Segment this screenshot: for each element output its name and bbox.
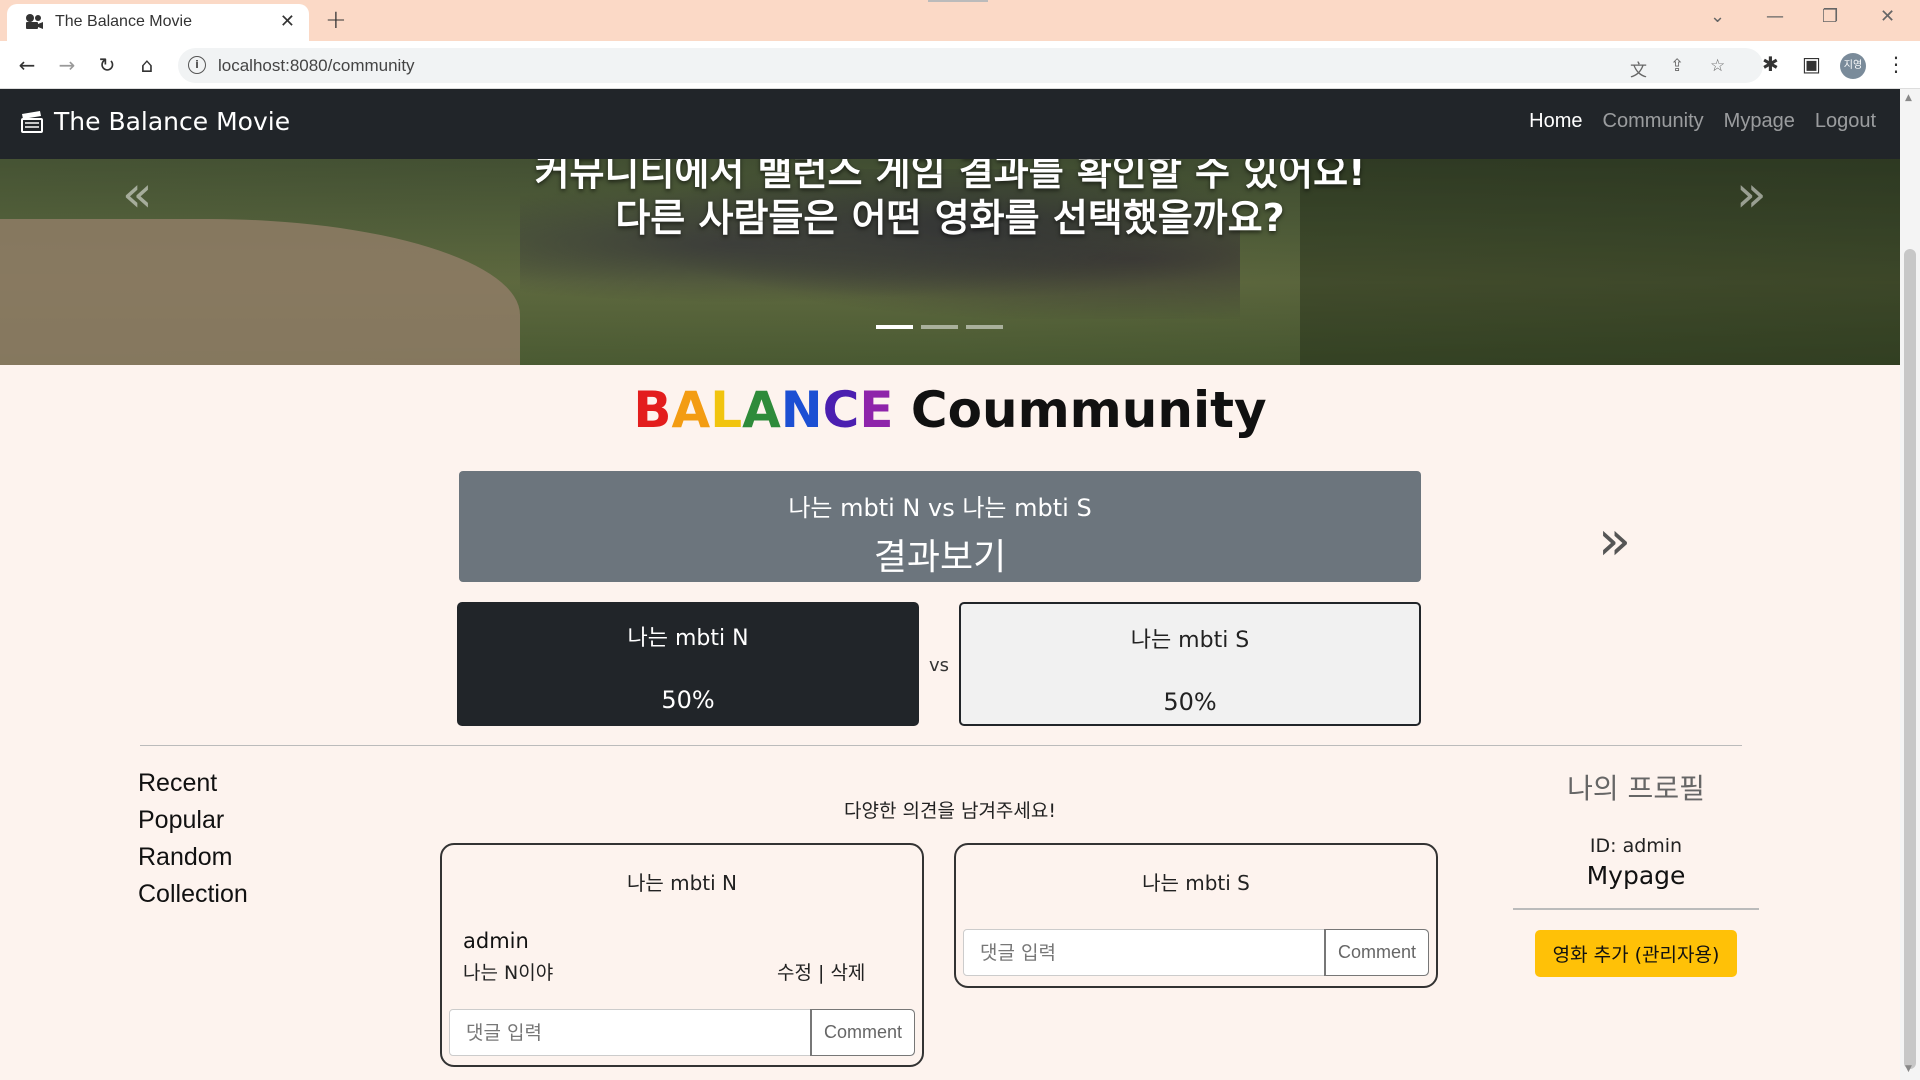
comment-box-b-title: 나는 mbti S	[1142, 871, 1250, 895]
vs-label: vs	[929, 655, 950, 676]
tab-search-icon[interactable]: ⌄	[1710, 6, 1725, 27]
comment-box-a: 나는 mbti N admin 나는 N이야 수정 | 삭제 Comment	[440, 843, 924, 1067]
address-bar[interactable]: i localhost:8080/community 文 ⇪ ☆	[178, 48, 1763, 83]
bookmark-star-icon[interactable]: ☆	[1710, 56, 1725, 76]
extensions-icon[interactable]: ✱	[1762, 52, 1779, 76]
option-b-card[interactable]: 나는 mbti S 50%	[959, 602, 1421, 726]
comment-box-b: 나는 mbti S Comment	[954, 843, 1438, 988]
option-a-percent: 50%	[661, 686, 715, 714]
comment-submit-a[interactable]: Comment	[810, 1009, 915, 1056]
nav-logout[interactable]: Logout	[1815, 110, 1876, 133]
profile-title: 나의 프로필	[1567, 772, 1705, 805]
home-icon[interactable]: ⌂	[133, 51, 161, 79]
category-sidebar: Recent Popular Random Collection	[138, 769, 248, 917]
add-movie-admin-button[interactable]: 영화 추가 (관리자용)	[1535, 930, 1737, 977]
clapperboard-icon	[21, 110, 43, 133]
comment-input-group-a: Comment	[449, 1009, 915, 1056]
next-question-icon[interactable]: »	[1598, 509, 1631, 572]
browser-tab-bar: The Balance Movie ✕ + ⌄ — ❐ ✕	[0, 0, 1920, 41]
result-button-label: 결과보기	[873, 537, 1007, 578]
tab-close-icon[interactable]: ✕	[280, 11, 295, 32]
page-title: BALANCE Coummunity	[0, 381, 1900, 439]
title-letter-6: C	[822, 381, 860, 439]
film-camera-icon	[26, 14, 43, 29]
title-letter-7: E	[859, 381, 894, 439]
title-letter-3: L	[710, 381, 743, 439]
comment-input-a[interactable]	[450, 1010, 811, 1055]
share-icon[interactable]: ⇪	[1670, 56, 1684, 76]
web-page: The Balance Movie Home Community Mypage …	[0, 89, 1900, 1080]
site-info-icon[interactable]: i	[188, 56, 206, 74]
comment-author: admin	[463, 929, 529, 953]
sidebar-item-random[interactable]: Random	[138, 843, 248, 872]
page-scrollbar[interactable]: ▲ ▼	[1900, 89, 1920, 1080]
tab-title: The Balance Movie	[55, 13, 192, 30]
scroll-down-icon[interactable]: ▼	[1905, 1064, 1912, 1074]
minimize-icon[interactable]: —	[1766, 6, 1784, 27]
sidebar-item-recent[interactable]: Recent	[138, 769, 248, 798]
tab-strip-marker	[928, 0, 988, 2]
comment-edit-delete-links[interactable]: 수정 | 삭제	[777, 958, 865, 985]
option-b-name: 나는 mbti S	[1130, 628, 1250, 653]
new-tab-icon[interactable]: +	[325, 5, 347, 35]
carousel-indicators	[876, 325, 1003, 329]
carousel-indicator-2[interactable]	[921, 325, 958, 329]
carousel-next-icon[interactable]: »	[1736, 165, 1767, 223]
browser-toolbar: ← → ↻ ⌂ i localhost:8080/community 文 ⇪ ☆…	[0, 41, 1920, 89]
nav-community[interactable]: Community	[1603, 110, 1704, 133]
carousel-indicator-1[interactable]	[876, 325, 913, 329]
reload-icon[interactable]: ↻	[93, 51, 121, 79]
profile-panel: 나의 프로필 ID: admin Mypage 영화 추가 (관리자용)	[1513, 767, 1759, 977]
back-icon[interactable]: ←	[13, 51, 41, 79]
option-b-percent: 50%	[1163, 688, 1217, 716]
site-navbar: The Balance Movie Home Community Mypage …	[0, 89, 1900, 159]
forward-icon[interactable]: →	[53, 51, 81, 79]
option-a-card[interactable]: 나는 mbti N 50%	[457, 602, 919, 726]
comment-text: 나는 N이야	[463, 962, 554, 984]
window-close-icon[interactable]: ✕	[1880, 6, 1895, 27]
restore-icon[interactable]: ❐	[1822, 6, 1838, 27]
url-text: localhost:8080/community	[218, 56, 415, 75]
menu-dots-icon[interactable]: ⋮	[1886, 52, 1906, 76]
title-letter-2: A	[671, 381, 711, 439]
comment-box-a-title: 나는 mbti N	[626, 871, 738, 895]
brand[interactable]: The Balance Movie	[20, 107, 290, 136]
scrollbar-thumb[interactable]	[1904, 249, 1916, 1069]
profile-avatar[interactable]: 지영	[1840, 53, 1866, 79]
scroll-up-icon[interactable]: ▲	[1905, 93, 1912, 103]
carousel-indicator-3[interactable]	[966, 325, 1003, 329]
comment-submit-b[interactable]: Comment	[1324, 929, 1429, 976]
result-button[interactable]: 나는 mbti N vs 나는 mbti S 결과보기	[459, 471, 1421, 582]
carousel-prev-icon[interactable]: «	[122, 165, 153, 223]
hero-carousel: 커뮤니티에서 밸런스 게임 결과를 확인할 수 있어요! 다른 사람들은 어떤 …	[0, 159, 1900, 365]
title-rest: Coummunity	[893, 381, 1267, 439]
comment-input-group-b: Comment	[963, 929, 1429, 976]
browser-tab[interactable]: The Balance Movie ✕	[7, 4, 309, 41]
section-divider	[140, 745, 1742, 746]
question-text: 나는 mbti N vs 나는 mbti S	[788, 494, 1092, 522]
nav-home[interactable]: Home	[1529, 110, 1582, 133]
comment-input-b[interactable]	[964, 930, 1325, 975]
title-letter-1: B	[633, 381, 672, 439]
sidebar-item-collection[interactable]: Collection	[138, 880, 248, 909]
profile-mypage-link[interactable]: Mypage	[1513, 861, 1759, 890]
profile-id: ID: admin	[1589, 835, 1683, 857]
option-a-name: 나는 mbti N	[627, 626, 749, 651]
balance-rainbow-text: BALANCE	[633, 381, 893, 439]
side-panel-icon[interactable]: ▣	[1802, 52, 1821, 76]
carousel-caption-line2: 다른 사람들은 어떤 영화를 선택했을까요?	[615, 196, 1285, 240]
nav-links: Home Community Mypage Logout	[1529, 110, 1876, 133]
title-letter-5: N	[780, 381, 823, 439]
profile-divider	[1513, 908, 1759, 910]
title-letter-4: A	[742, 381, 781, 439]
brand-name: The Balance Movie	[54, 107, 291, 136]
translate-icon[interactable]: 文	[1630, 56, 1647, 81]
nav-mypage[interactable]: Mypage	[1724, 110, 1795, 133]
